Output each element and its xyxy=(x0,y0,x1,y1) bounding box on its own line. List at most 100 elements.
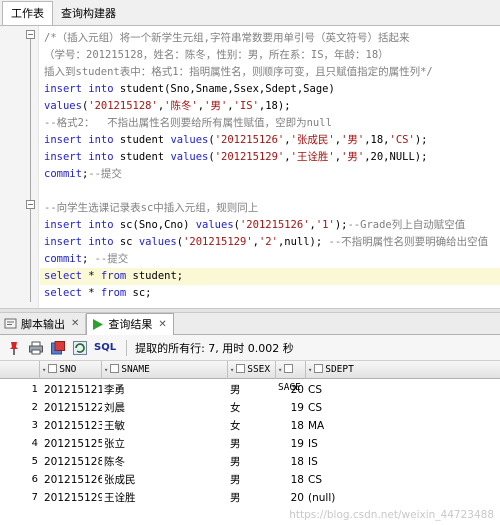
code-line[interactable]: commit;--提交 xyxy=(44,166,122,183)
tab-query-builder[interactable]: 查询构建器 xyxy=(53,3,124,25)
close-icon[interactable]: ✕ xyxy=(158,319,166,330)
column-header-sdept[interactable]: ▾ SDEPT xyxy=(306,361,500,379)
cell-sdept[interactable]: (null) xyxy=(308,489,498,507)
code-token: ); xyxy=(414,134,428,146)
cell-ssex[interactable]: 男 xyxy=(230,471,274,489)
cell-sname[interactable]: 刘晨 xyxy=(104,399,226,417)
export-icon[interactable] xyxy=(50,340,66,356)
code-line[interactable]: 插入到student表中：格式1：指明属性名，则顺序可变，且只赋值指定的属性列*… xyxy=(44,64,433,81)
print-icon[interactable] xyxy=(28,340,44,356)
cell-sno[interactable]: 201215125 xyxy=(44,435,102,453)
column-header-sno[interactable]: ▾ SNO xyxy=(40,361,102,379)
code-token: ,null); xyxy=(277,236,329,248)
code-token: ,18, xyxy=(364,134,390,146)
cell-ssex[interactable]: 男 xyxy=(230,435,274,453)
code-line[interactable]: insert into student(Sno,Sname,Ssex,Sdept… xyxy=(44,81,335,98)
cell-sage[interactable]: 18 xyxy=(276,471,304,489)
code-token: commit xyxy=(44,253,82,265)
table-row[interactable]: 5 201215128 陈冬男 18 IS xyxy=(0,453,500,471)
cell-sname[interactable]: 王敏 xyxy=(104,417,226,435)
cell-sno[interactable]: 201215126 xyxy=(44,471,102,489)
code-line[interactable]: select * from student; xyxy=(40,268,500,285)
code-line[interactable]: --向学生选课记录表sc中插入元组，规则同上 xyxy=(44,200,258,217)
code-token: ; xyxy=(81,253,95,265)
sql-editor[interactable]: − − /*（插入元组）将一个新学生元组,字符串常数要用单引号（英文符号）括起来… xyxy=(0,26,500,308)
close-icon[interactable]: ✕ xyxy=(71,318,79,329)
code-line[interactable]: /*（插入元组）将一个新学生元组,字符串常数要用单引号（英文符号）括起来 xyxy=(44,30,409,47)
cell-sname[interactable]: 张成民 xyxy=(104,471,226,489)
refresh-icon[interactable] xyxy=(72,340,88,356)
code-line[interactable]: insert into student values('201215126','… xyxy=(44,132,427,149)
cell-sname[interactable]: 李勇 xyxy=(104,381,226,399)
column-header-sname[interactable]: ▾ SNAME xyxy=(102,361,228,379)
cell-sdept[interactable]: CS xyxy=(308,471,498,489)
code-token: 'CS' xyxy=(389,134,415,146)
cell-ssex[interactable]: 女 xyxy=(230,417,274,435)
fold-collapse-icon[interactable]: − xyxy=(26,30,35,39)
table-row[interactable]: 6 201215126 张成民男 18 CS xyxy=(0,471,500,489)
cell-sno[interactable]: 201215129 xyxy=(44,489,102,507)
cell-sdept[interactable]: IS xyxy=(308,435,498,453)
cell-sno[interactable]: 201215123 xyxy=(44,417,102,435)
cell-sage[interactable]: 20 xyxy=(276,489,304,507)
code-line[interactable]: insert into sc(Sno,Cno) values('20121512… xyxy=(44,217,465,234)
code-line[interactable]: （学号：201215128，姓名：陈冬，性别：男，所在系：IS，年龄：18） xyxy=(44,47,389,64)
cell-sno[interactable]: 201215122 xyxy=(44,399,102,417)
row-number[interactable]: 3 xyxy=(0,417,38,435)
cell-ssex[interactable]: 男 xyxy=(230,453,274,471)
table-row[interactable]: 2 201215122 刘晨女 19 CS xyxy=(0,399,500,417)
row-number[interactable]: 7 xyxy=(0,489,38,507)
row-number[interactable]: 2 xyxy=(0,399,38,417)
cell-ssex[interactable]: 男 xyxy=(230,489,274,507)
code-line[interactable]: values('201215128','陈冬','男','IS',18); xyxy=(44,98,291,115)
table-row[interactable]: 3 201215123 王敏女 18 MA xyxy=(0,417,500,435)
cell-sdept[interactable]: CS xyxy=(308,399,498,417)
column-header-sage[interactable]: ▾SAGE xyxy=(276,361,306,393)
code-token: select xyxy=(44,270,89,282)
row-number[interactable]: 4 xyxy=(0,435,38,453)
code-token: --向学生选课记录表sc中插入元组，规则同上 xyxy=(44,202,259,214)
cell-sage[interactable]: 19 xyxy=(276,435,304,453)
result-grid[interactable]: ▾ SNO ▾ SNAME ▾ SSEX ▾SAGE ▾ SDEPT 1 20121512… xyxy=(0,361,500,525)
code-token: --提交 xyxy=(88,168,122,180)
cell-ssex[interactable]: 男 xyxy=(230,381,274,399)
code-line[interactable]: --格式2： 不指出属性名则要给所有属性赋值，空即为null xyxy=(44,115,332,132)
code-token: '201215128' xyxy=(88,100,158,112)
table-row[interactable]: 7 201215129 王诠胜男 20 (null) xyxy=(0,489,500,507)
cell-sdept[interactable]: MA xyxy=(308,417,498,435)
watermark: https://blog.csdn.net/weixin_44723488 xyxy=(289,509,494,521)
tab-query-result[interactable]: 查询结果 ✕ xyxy=(86,312,174,335)
cell-sname[interactable]: 张立 xyxy=(104,435,226,453)
cell-sdept[interactable]: IS xyxy=(308,453,498,471)
tab-label: 脚本输出 xyxy=(21,317,65,331)
cell-sage[interactable]: 19 xyxy=(276,399,304,417)
tab-script-output[interactable]: 脚本输出 ✕ xyxy=(0,313,87,334)
cell-sage[interactable]: 18 xyxy=(276,453,304,471)
cell-ssex[interactable]: 女 xyxy=(230,399,274,417)
sql-button[interactable]: SQL xyxy=(94,342,116,353)
row-number[interactable]: 6 xyxy=(0,471,38,489)
cell-sage[interactable]: 20 xyxy=(276,381,304,399)
cell-sage[interactable]: 18 xyxy=(276,417,304,435)
table-row[interactable]: 4 201215125 张立男 19 IS xyxy=(0,435,500,453)
cell-sno[interactable]: 201215121 xyxy=(44,381,102,399)
code-line[interactable]: insert into student values('201215129','… xyxy=(44,149,427,166)
cell-sdept[interactable]: CS xyxy=(308,381,498,399)
row-number[interactable]: 1 xyxy=(0,381,38,399)
fold-collapse-icon[interactable]: − xyxy=(26,200,35,209)
code-token: --不指明属性名则要明确给出空值 xyxy=(328,236,489,248)
code-token: '男' xyxy=(341,151,365,163)
table-row[interactable]: 1 201215121 李勇男 20 CS xyxy=(0,381,500,399)
code-token: （学号：201215128，姓名：陈冬，性别：男，所在系：IS，年龄：18） xyxy=(44,49,389,61)
code-line[interactable]: select * from sc; xyxy=(44,285,152,302)
cell-sname[interactable]: 王诠胜 xyxy=(104,489,226,507)
pin-icon[interactable] xyxy=(6,340,22,356)
cell-sname[interactable]: 陈冬 xyxy=(104,453,226,471)
code-line[interactable]: commit; --提交 xyxy=(44,251,128,268)
tab-worksheet[interactable]: 工作表 xyxy=(2,1,53,25)
code-line[interactable]: insert into sc values('201215129','2',nu… xyxy=(44,234,488,251)
code-token: '张成民' xyxy=(290,134,335,146)
cell-sno[interactable]: 201215128 xyxy=(44,453,102,471)
column-header-ssex[interactable]: ▾ SSEX xyxy=(228,361,276,379)
row-number[interactable]: 5 xyxy=(0,453,38,471)
